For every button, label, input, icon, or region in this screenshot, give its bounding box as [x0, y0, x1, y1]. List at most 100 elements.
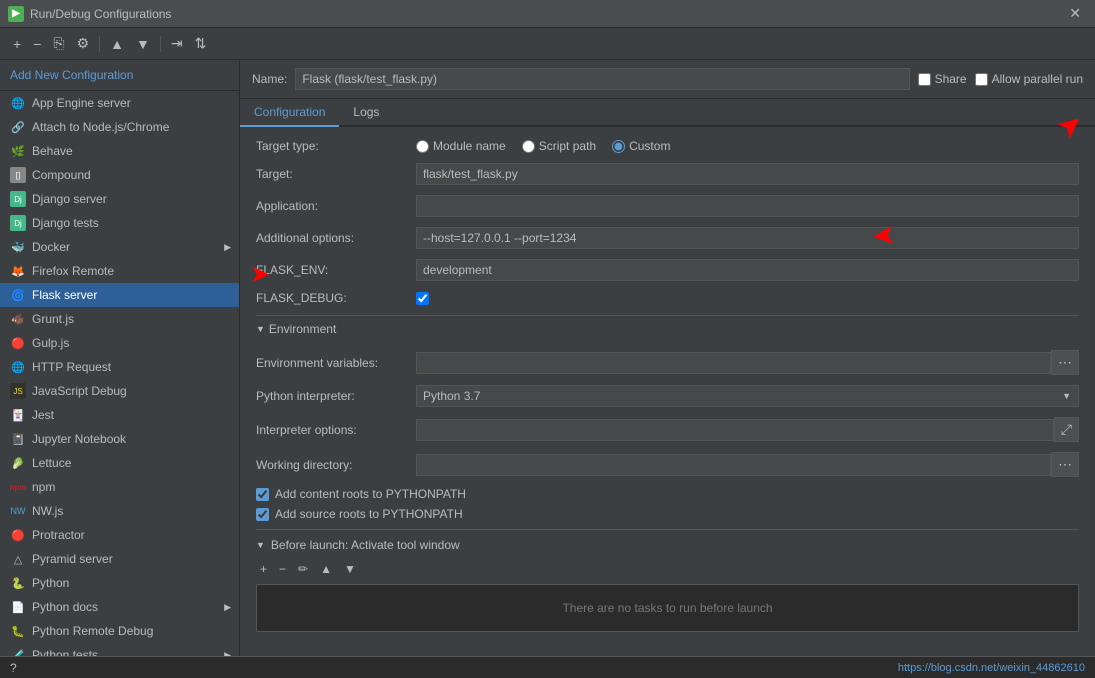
working-dir-group: ⋯	[416, 452, 1079, 477]
remove-config-button[interactable]: −	[28, 33, 46, 55]
python-interpreter-row: Python interpreter: Python 3.7	[256, 385, 1079, 407]
sidebar-item-compound[interactable]: [] Compound	[0, 163, 239, 187]
move-up-button[interactable]: ▲	[105, 33, 129, 55]
bottom-bar: ? https://blog.csdn.net/weixin_44862610	[0, 656, 1095, 678]
sidebar-item-jupyter[interactable]: 📓 Jupyter Notebook	[0, 427, 239, 451]
jest-icon: 🃏	[10, 407, 26, 423]
python-interpreter-label: Python interpreter:	[256, 389, 416, 403]
add-content-roots-checkbox-label[interactable]: Add content roots to PYTHONPATH	[256, 487, 1079, 501]
target-type-group: Module name Script path Custom	[416, 139, 1079, 153]
sidebar-item-label: Attach to Node.js/Chrome	[32, 120, 169, 134]
sidebar-item-label: Gulp.js	[32, 336, 69, 350]
sidebar-item-label: Behave	[32, 144, 73, 158]
sidebar-item-attach-node[interactable]: 🔗 Attach to Node.js/Chrome	[0, 115, 239, 139]
sidebar-item-lettuce[interactable]: 🥬 Lettuce	[0, 451, 239, 475]
interpreter-options-browse-button[interactable]: ⤢	[1054, 417, 1079, 442]
sidebar-item-firefox[interactable]: 🦊 Firefox Remote	[0, 259, 239, 283]
window: ▶ Run/Debug Configurations ✕ + − ⎘ ⚙ ▲ ▼…	[0, 0, 1095, 678]
sidebar-item-label: Flask server	[32, 288, 97, 302]
target-input[interactable]	[416, 163, 1079, 185]
close-button[interactable]: ✕	[1063, 3, 1087, 24]
before-launch-remove-button[interactable]: −	[275, 560, 290, 578]
working-dir-browse-button[interactable]: ⋯	[1051, 452, 1079, 477]
name-label: Name:	[252, 72, 287, 86]
sidebar-item-label: Python Remote Debug	[32, 624, 153, 638]
sidebar-item-js-debug[interactable]: JS JavaScript Debug	[0, 379, 239, 403]
sidebar-item-http[interactable]: 🌐 HTTP Request	[0, 355, 239, 379]
allow-parallel-checkbox[interactable]	[975, 73, 988, 86]
application-input[interactable]	[416, 195, 1079, 217]
flask-env-row: FLASK_ENV:	[256, 259, 1079, 281]
sidebar-item-python[interactable]: 🐍 Python	[0, 571, 239, 595]
sidebar-item-label: Firefox Remote	[32, 264, 114, 278]
settings-button[interactable]: ⚙	[72, 32, 95, 55]
sidebar-item-docker[interactable]: 🐳 Docker	[0, 235, 239, 259]
before-launch-up-button[interactable]: ▲	[316, 560, 336, 578]
environment-section-header[interactable]: ▼ Environment	[256, 315, 1079, 342]
add-source-roots-checkbox-label[interactable]: Add source roots to PYTHONPATH	[256, 507, 1079, 521]
before-launch-add-button[interactable]: +	[256, 560, 271, 578]
share-checkbox[interactable]	[918, 73, 931, 86]
sidebar-item-grunt[interactable]: 🐗 Grunt.js	[0, 307, 239, 331]
sidebar-item-label: Grunt.js	[32, 312, 74, 326]
app-engine-icon: 🌐	[10, 95, 26, 111]
before-launch-down-button[interactable]: ▼	[340, 560, 360, 578]
sidebar-item-npm[interactable]: npm npm	[0, 475, 239, 499]
env-vars-row: Environment variables: ⋯	[256, 350, 1079, 375]
interpreter-options-input[interactable]	[416, 419, 1054, 441]
share-checkbox-label: Share	[918, 72, 967, 86]
sidebar-item-nwjs[interactable]: NW NW.js	[0, 499, 239, 523]
move-down-button[interactable]: ▼	[131, 33, 155, 55]
add-config-button[interactable]: +	[8, 33, 26, 55]
flask-debug-checkbox[interactable]	[416, 292, 429, 305]
sidebar-item-app-engine[interactable]: 🌐 App Engine server	[0, 91, 239, 115]
sidebar-item-python-remote[interactable]: 🐛 Python Remote Debug	[0, 619, 239, 643]
radio-custom[interactable]: Custom	[612, 139, 670, 153]
python-icon: 🐍	[10, 575, 26, 591]
env-vars-input[interactable]	[416, 352, 1051, 374]
right-wrapper: ➤ ➤ ➤ Name: Share Allow parallel run	[240, 60, 1095, 656]
sidebar-item-django-server[interactable]: Dj Django server	[0, 187, 239, 211]
working-dir-input[interactable]	[416, 454, 1051, 476]
env-vars-browse-button[interactable]: ⋯	[1051, 350, 1079, 375]
nwjs-icon: NW	[10, 503, 26, 519]
flask-env-input[interactable]	[416, 259, 1079, 281]
npm-icon: npm	[10, 479, 26, 495]
sidebar-item-behave[interactable]: 🌿 Behave	[0, 139, 239, 163]
http-icon: 🌐	[10, 359, 26, 375]
sidebar-item-python-tests[interactable]: 🧪 Python tests	[0, 643, 239, 656]
additional-options-input[interactable]	[416, 227, 1079, 249]
flask-debug-row: FLASK_DEBUG:	[256, 291, 1079, 305]
add-source-roots-checkbox[interactable]	[256, 508, 269, 521]
radio-script-path[interactable]: Script path	[522, 139, 596, 153]
toolbar-separator-2	[160, 36, 161, 52]
sidebar-item-flask[interactable]: 🌀 Flask server	[0, 283, 239, 307]
add-content-roots-label: Add content roots to PYTHONPATH	[275, 487, 466, 501]
python-interpreter-select[interactable]: Python 3.7	[416, 385, 1079, 407]
jupyter-icon: 📓	[10, 431, 26, 447]
before-launch-edit-button[interactable]: ✏	[294, 560, 312, 578]
sidebar-item-python-docs[interactable]: 📄 Python docs	[0, 595, 239, 619]
add-new-configuration[interactable]: Add New Configuration	[0, 60, 239, 91]
add-content-roots-checkbox[interactable]	[256, 488, 269, 501]
sidebar-item-gulp[interactable]: 🔴 Gulp.js	[0, 331, 239, 355]
additional-options-row: Additional options:	[256, 227, 1079, 249]
copy-config-button[interactable]: ⎘	[48, 32, 69, 55]
sort-button[interactable]: ⇅	[190, 32, 212, 55]
name-input[interactable]	[295, 68, 909, 90]
tab-logs[interactable]: Logs	[339, 99, 393, 127]
main-toolbar: + − ⎘ ⚙ ▲ ▼ ⇥ ⇅	[0, 28, 1095, 60]
additional-options-label: Additional options:	[256, 231, 416, 245]
help-button[interactable]: ?	[10, 661, 17, 675]
sidebar-item-pyramid[interactable]: △ Pyramid server	[0, 547, 239, 571]
before-launch-header: ▼ Before launch: Activate tool window	[256, 538, 1079, 552]
sidebar-item-protractor[interactable]: 🔴 Protractor	[0, 523, 239, 547]
tab-configuration[interactable]: Configuration	[240, 99, 339, 127]
radio-module-name[interactable]: Module name	[416, 139, 506, 153]
pyramid-icon: △	[10, 551, 26, 567]
sidebar-item-jest[interactable]: 🃏 Jest	[0, 403, 239, 427]
url-text: https://blog.csdn.net/weixin_44862610	[898, 662, 1085, 674]
application-row: Application:	[256, 195, 1079, 217]
move-button[interactable]: ⇥	[166, 32, 188, 55]
sidebar-item-django-tests[interactable]: Dj Django tests	[0, 211, 239, 235]
